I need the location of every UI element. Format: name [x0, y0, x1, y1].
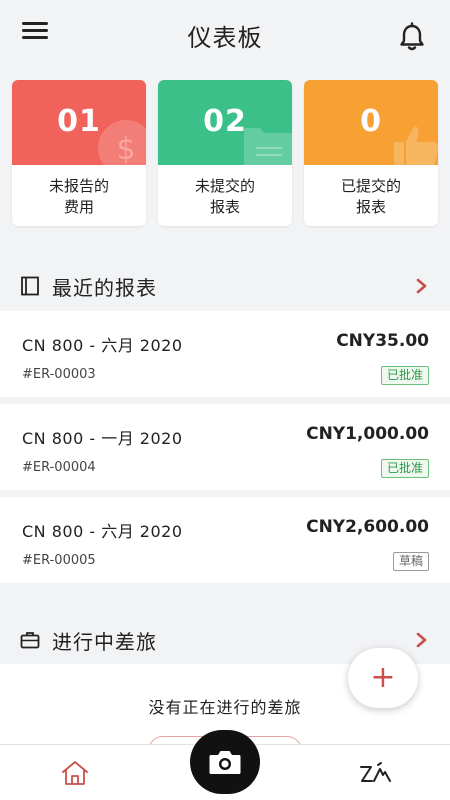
- report-id: #ER-00005: [22, 553, 96, 568]
- home-icon[interactable]: [60, 759, 90, 787]
- card-header: 0: [304, 80, 438, 165]
- add-fab-button[interactable]: +: [348, 648, 418, 708]
- card-label: 未提交的 报表: [194, 177, 255, 216]
- unreported-expenses-card[interactable]: $ 01 未报告的 费用: [12, 80, 146, 226]
- report-id: #ER-00004: [22, 460, 96, 475]
- card-label: 已提交的 报表: [340, 177, 401, 216]
- chevron-right-icon: [416, 632, 427, 648]
- chevron-right-icon: [416, 278, 427, 294]
- report-amount: CNY2,600.00: [306, 517, 429, 537]
- bell-icon[interactable]: [398, 22, 426, 52]
- submitted-reports-card[interactable]: 0 已提交的 报表: [304, 80, 438, 226]
- card-header: 02: [158, 80, 292, 165]
- report-name: CN 800 - 一月 2020: [22, 429, 183, 448]
- trip-icon[interactable]: [358, 761, 392, 787]
- status-badge: 已批准: [380, 366, 429, 385]
- page-title: 仪表板: [187, 24, 263, 52]
- card-count: 0: [360, 104, 382, 139]
- card-header: $ 01: [12, 80, 146, 165]
- section-title: 进行中差旅: [52, 630, 157, 654]
- camera-icon: [209, 751, 241, 774]
- report-name: CN 800 - 六月 2020: [22, 522, 183, 541]
- unsubmitted-reports-card[interactable]: 02 未提交的 报表: [158, 80, 292, 226]
- summary-cards: $ 01 未报告的 费用 02 未提交的 报表 0 已提交的 报表: [12, 80, 438, 226]
- camera-button[interactable]: [190, 730, 260, 794]
- recent-reports-header[interactable]: 最近的报表: [0, 266, 450, 310]
- report-item[interactable]: CN 800 - 一月 2020 CNY1,000.00 #ER-00004 已…: [0, 404, 450, 490]
- status-badge: 草稿: [392, 552, 429, 571]
- card-label: 未报告的 费用: [48, 177, 109, 216]
- card-count: 02: [203, 104, 247, 139]
- plus-icon: +: [370, 660, 396, 695]
- card-count: 01: [57, 104, 101, 139]
- report-name: CN 800 - 六月 2020: [22, 336, 183, 355]
- app-header: 仪表板: [0, 0, 450, 66]
- report-id: #ER-00003: [22, 367, 96, 382]
- briefcase-icon: [20, 632, 40, 649]
- section-title: 最近的报表: [52, 276, 157, 300]
- report-item[interactable]: CN 800 - 六月 2020 CNY35.00 #ER-00003 已批准: [0, 311, 450, 397]
- report-amount: CNY35.00: [336, 331, 429, 351]
- report-book-icon: [21, 276, 39, 296]
- status-badge: 已批准: [380, 459, 429, 478]
- report-amount: CNY1,000.00: [306, 424, 429, 444]
- report-item[interactable]: CN 800 - 六月 2020 CNY2,600.00 #ER-00005 草…: [0, 497, 450, 583]
